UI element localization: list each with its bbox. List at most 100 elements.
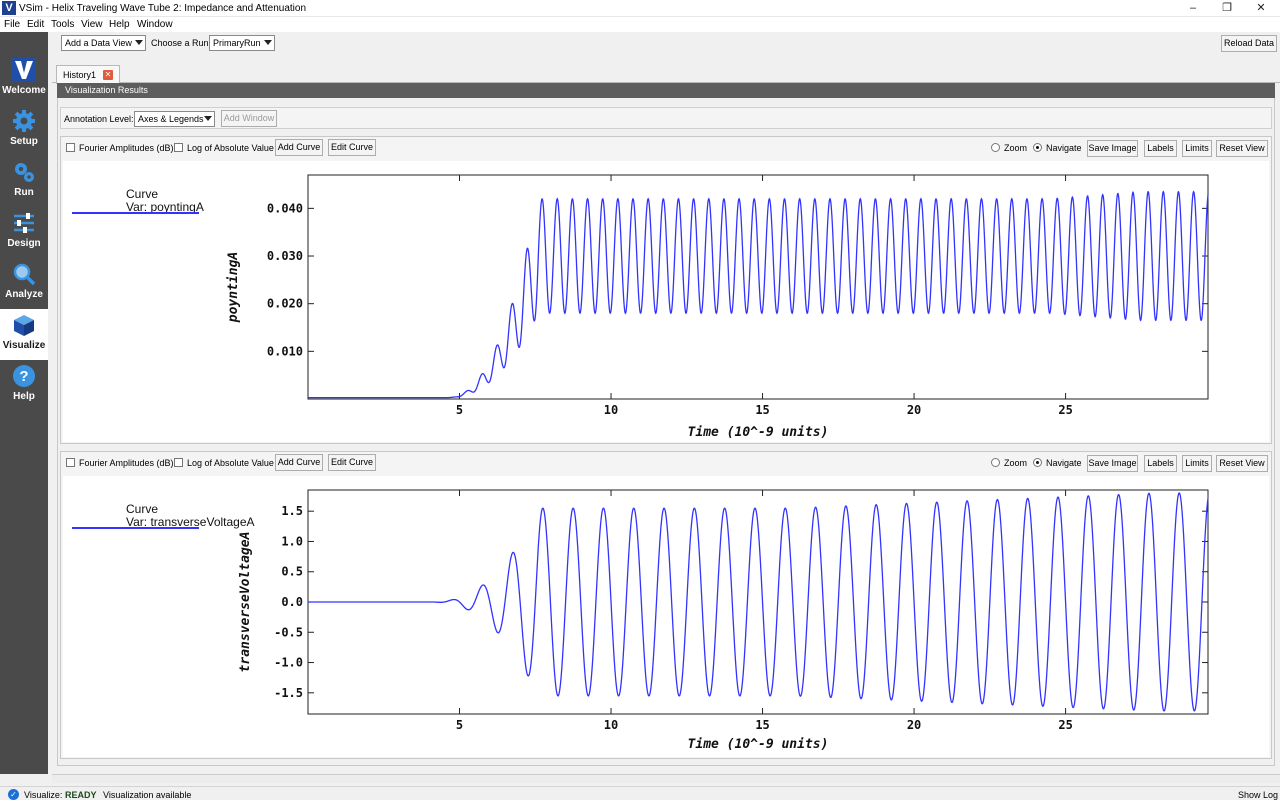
series-line-transverseVoltageA — [308, 492, 1209, 712]
navigate-radio[interactable] — [1033, 143, 1042, 152]
labels-button[interactable]: Labels — [1144, 455, 1177, 472]
sidebar-item-label: Run — [14, 187, 34, 198]
svg-text:?: ? — [19, 368, 28, 385]
sidebar-item-label: Help — [13, 391, 35, 402]
zoom-label: Zoom — [1004, 458, 1028, 468]
plot-canvas[interactable]: Curve Var: poyntingA 5 10 15 20 25 0.010 0.020… — [63, 161, 1269, 442]
menu-edit[interactable]: Edit — [27, 19, 44, 30]
transverse-voltage-chart[interactable]: Curve Var: transverseVoltageA 5 10 15 20 25 1… — [63, 476, 1269, 757]
sidebar-item-label: Design — [7, 238, 41, 249]
menu-help[interactable]: Help — [109, 19, 130, 30]
zoom-label: Zoom — [1004, 143, 1028, 153]
sidebar-item-design[interactable]: Design — [0, 207, 48, 258]
x-tick-label: 20 — [907, 403, 921, 417]
reload-data-button[interactable]: Reload Data — [1221, 35, 1277, 52]
limits-button[interactable]: Limits — [1182, 140, 1212, 157]
sidebar-item-analyze[interactable]: Analyze — [0, 258, 48, 309]
gears-icon — [15, 163, 34, 182]
legend-var: Var: poyntingA — [126, 200, 204, 214]
log-abs-checkbox[interactable] — [174, 458, 183, 467]
annotation-level-combo[interactable]: Axes & Legends — [134, 111, 215, 127]
legend-title: Curve — [126, 187, 158, 201]
save-image-button[interactable]: Save Image — [1087, 455, 1138, 472]
add-window-button[interactable]: Add Window — [221, 110, 277, 127]
reset-view-button[interactable]: Reset View — [1216, 455, 1268, 472]
annotation-level-value: Axes & Legends — [138, 114, 204, 124]
annotation-level-label: Annotation Level: — [64, 114, 134, 124]
y-tick-label: 1.0 — [281, 534, 303, 548]
sidebar-item-help[interactable]: ? Help — [0, 360, 48, 411]
y-axis-label: poyntingA — [226, 252, 241, 323]
title-bar: V VSim - Helix Traveling Wave Tube 2: Im… — [0, 0, 1280, 17]
menu-tools[interactable]: Tools — [51, 19, 74, 30]
plot-frame — [307, 174, 1209, 400]
menu-bar: File Edit Tools View Help Window — [0, 17, 1280, 32]
log-abs-label: Log of Absolute Value — [187, 458, 274, 468]
show-log-button[interactable]: Show Log — [1238, 790, 1278, 800]
fourier-label: Fourier Amplitudes (dB) — [79, 143, 174, 153]
fourier-label: Fourier Amplitudes (dB) — [79, 458, 174, 468]
add-data-view-value: Add a Data View — [65, 38, 132, 48]
legend: Curve Var: transverseVoltageA — [72, 502, 255, 529]
sidebar-item-welcome[interactable]: Welcome — [0, 54, 48, 105]
edit-curve-button[interactable]: Edit Curve — [328, 454, 376, 471]
minimize-button[interactable]: – — [1176, 0, 1210, 17]
sidebar-item-run[interactable]: Run — [0, 156, 48, 207]
plot-canvas[interactable]: Curve Var: transverseVoltageA 5 10 15 20 25 1… — [63, 476, 1269, 757]
horizontal-scrollbar[interactable] — [52, 774, 1280, 783]
check-icon: ✓ — [8, 789, 19, 800]
sliders-icon — [14, 213, 34, 233]
sidebar-item-visualize[interactable]: Visualize — [0, 309, 48, 360]
edit-curve-button[interactable]: Edit Curve — [328, 139, 376, 156]
zoom-radio[interactable] — [991, 143, 1000, 152]
legend-title: Curve — [126, 502, 158, 516]
navigate-label: Navigate — [1046, 143, 1082, 153]
menu-file[interactable]: File — [4, 19, 20, 30]
navigate-radio[interactable] — [1033, 458, 1042, 467]
y-tick-label: 0.030 — [267, 249, 303, 263]
x-axis-label: Time (10^-9 units) — [688, 737, 829, 752]
tab-history1[interactable]: History1 ✕ — [56, 65, 120, 84]
y-tick-label: 0.5 — [281, 565, 303, 579]
x-tick-label: 10 — [604, 403, 618, 417]
menu-window[interactable]: Window — [137, 19, 173, 30]
save-image-button[interactable]: Save Image — [1087, 140, 1138, 157]
fourier-checkbox[interactable] — [66, 143, 75, 152]
maximize-button[interactable]: ❐ — [1210, 0, 1244, 17]
close-tab-icon[interactable]: ✕ — [103, 70, 113, 80]
poynting-chart[interactable]: Curve Var: poyntingA 5 10 15 20 25 0.010 0.020… — [63, 161, 1269, 442]
tab-bar: History1 ✕ — [52, 63, 1280, 84]
add-curve-button[interactable]: Add Curve — [275, 139, 323, 156]
x-tick-label: 10 — [604, 718, 618, 732]
choose-run-combo[interactable]: PrimaryRun — [209, 35, 275, 51]
question-icon: ? — [13, 365, 35, 387]
tab-history1-label: History1 — [63, 70, 97, 80]
x-tick-label: 5 — [456, 718, 463, 732]
top-toolbar: Add a Data View Choose a Run: PrimaryRun… — [52, 33, 1280, 55]
add-curve-button[interactable]: Add Curve — [275, 454, 323, 471]
status-bar: ✓ Visualize: READY Visualization availab… — [0, 786, 1280, 800]
log-abs-checkbox[interactable] — [174, 143, 183, 152]
plot-toolbar: Fourier Amplitudes (dB) Log of Absolute … — [61, 452, 1271, 474]
fourier-checkbox[interactable] — [66, 458, 75, 467]
add-data-view-combo[interactable]: Add a Data View — [61, 35, 146, 51]
vsim-logo-icon — [12, 58, 36, 82]
close-button[interactable]: ✕ — [1244, 0, 1278, 17]
menu-view[interactable]: View — [81, 19, 103, 30]
reset-view-button[interactable]: Reset View — [1216, 140, 1268, 157]
y-axis-label: transverseVoltageA — [238, 532, 253, 673]
labels-button[interactable]: Labels — [1144, 140, 1177, 157]
chevron-down-icon — [135, 40, 143, 45]
limits-button[interactable]: Limits — [1182, 455, 1212, 472]
zoom-radio[interactable] — [991, 458, 1000, 467]
x-tick-label: 20 — [907, 718, 921, 732]
x-tick-label: 5 — [456, 403, 463, 417]
sidebar-item-label: Welcome — [2, 85, 46, 96]
sidebar-item-setup[interactable]: Setup — [0, 105, 48, 156]
chevron-down-icon — [204, 116, 212, 121]
vsim-app-icon: V — [2, 1, 16, 15]
y-tick-label: -0.5 — [274, 625, 303, 639]
legend: Curve Var: poyntingA — [72, 187, 204, 214]
navigate-label: Navigate — [1046, 458, 1082, 468]
legend-var: Var: transverseVoltageA — [126, 515, 255, 529]
